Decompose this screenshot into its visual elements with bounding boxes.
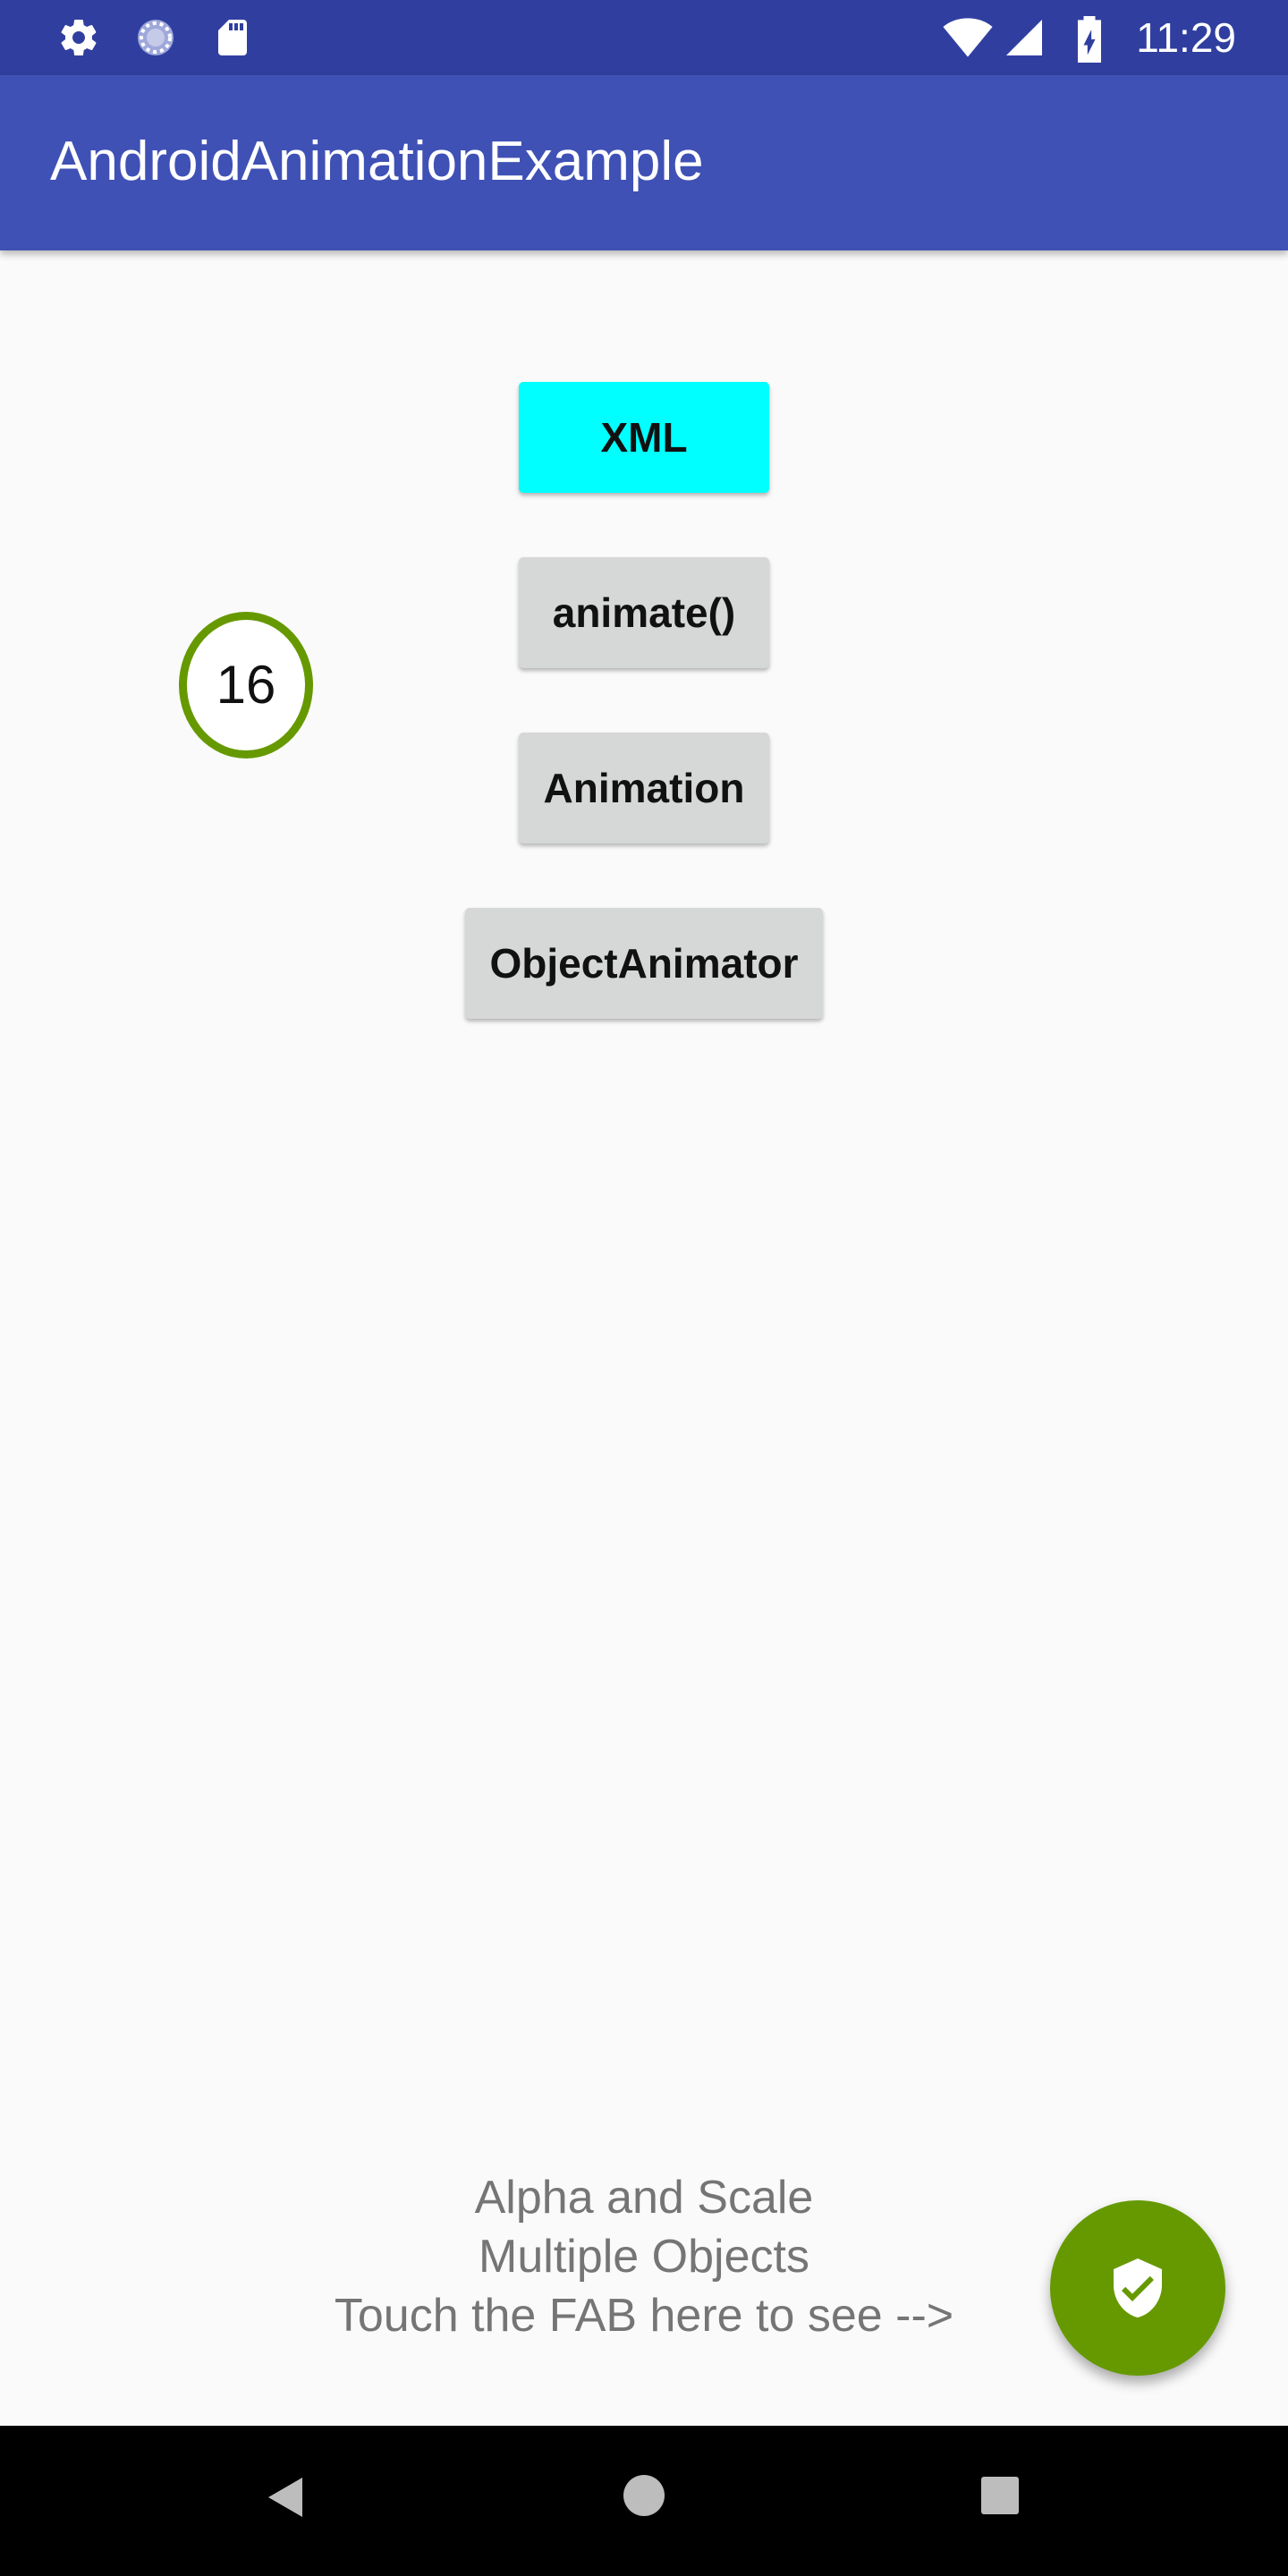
fab-button[interactable]	[1050, 2200, 1225, 2376]
recents-icon[interactable]	[980, 2476, 1020, 2520]
sync-progress-icon	[132, 16, 179, 59]
instruction-line-2: Multiple Objects	[479, 2231, 809, 2283]
back-icon[interactable]	[265, 2474, 306, 2525]
settings-icon	[55, 16, 102, 59]
animation-button[interactable]: Animation	[519, 733, 769, 843]
status-time: 11:29	[1136, 14, 1236, 61]
instruction-text: Alpha and Scale Multiple Objects Touch t…	[268, 2168, 1020, 2345]
app-title: AndroidAnimationExample	[50, 131, 704, 192]
xml-button[interactable]: XML	[519, 382, 769, 493]
counter-circle: 16	[179, 612, 313, 758]
instruction-line-1: Alpha and Scale	[474, 2172, 814, 2224]
status-bar: 11:29	[0, 0, 1288, 75]
instruction-line-3: Touch the FAB here to see -->	[334, 2290, 954, 2342]
battery-charging-icon	[1072, 16, 1107, 63]
screen: 11:29 AndroidAnimationExample XML animat…	[0, 0, 1288, 2576]
cellular-signal-icon	[1002, 16, 1046, 59]
animate-button[interactable]: animate()	[519, 557, 769, 668]
app-bar: AndroidAnimationExample	[0, 75, 1288, 250]
object-animator-button[interactable]: ObjectAnimator	[465, 908, 823, 1019]
sd-card-icon	[209, 16, 256, 59]
navigation-bar	[0, 2426, 1288, 2576]
wifi-icon	[941, 16, 995, 59]
home-icon[interactable]	[623, 2474, 665, 2521]
